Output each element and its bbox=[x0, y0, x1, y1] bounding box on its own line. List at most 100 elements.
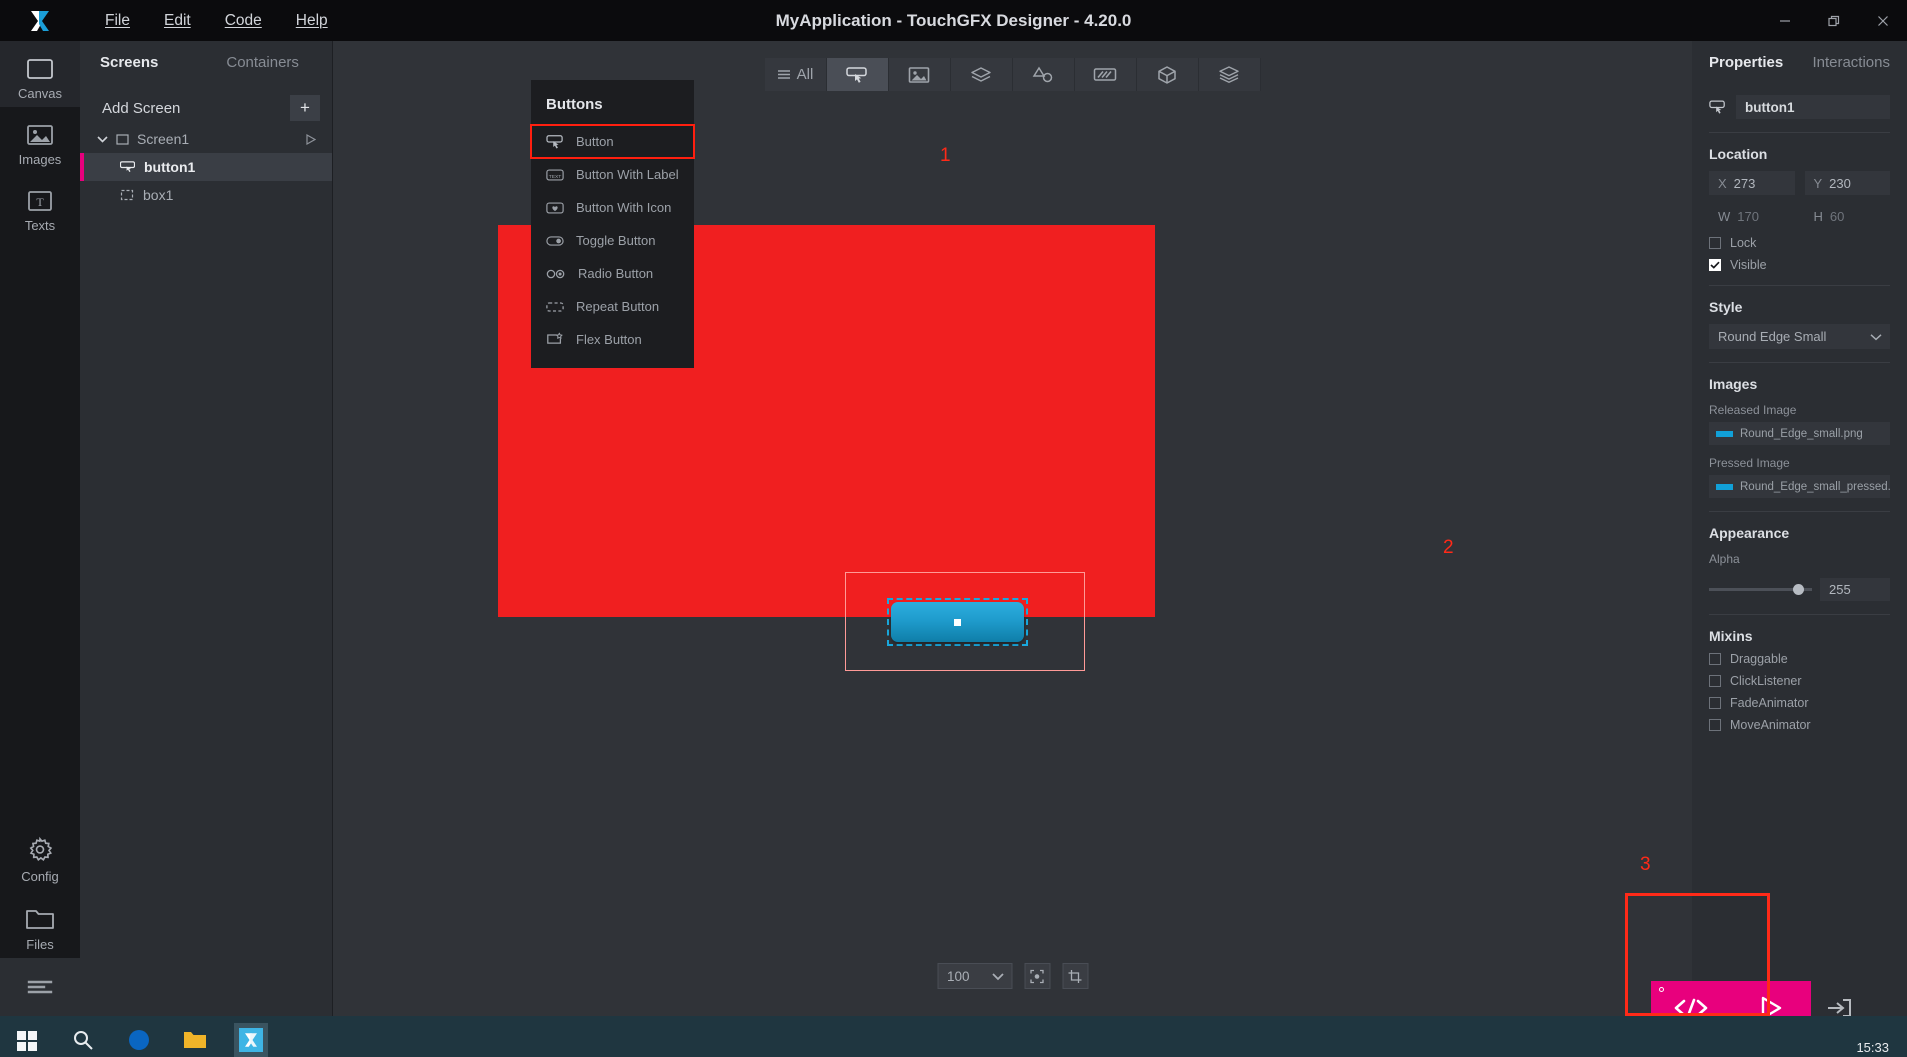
x-field[interactable]: X 273 bbox=[1709, 171, 1795, 195]
rail-item-images[interactable]: Images bbox=[0, 107, 80, 173]
close-button[interactable] bbox=[1858, 0, 1907, 41]
mixin-row-clicklistener[interactable]: ClickListener bbox=[1709, 674, 1890, 688]
folder-icon bbox=[184, 1032, 206, 1048]
tree-node-box1[interactable]: box1 bbox=[80, 181, 332, 209]
minimize-button[interactable] bbox=[1760, 0, 1809, 41]
mixin-row-draggable[interactable]: Draggable bbox=[1709, 652, 1890, 666]
rail-item-files[interactable]: Files bbox=[0, 890, 80, 958]
w-value: 170 bbox=[1737, 208, 1759, 224]
fit-to-screen-icon bbox=[1030, 969, 1044, 983]
rail-item-config[interactable]: Config bbox=[0, 819, 80, 890]
tab-containers[interactable]: Containers bbox=[226, 54, 299, 71]
radio-icon bbox=[546, 269, 565, 278]
menu-file[interactable]: File bbox=[105, 12, 130, 30]
tree-node-screen1[interactable]: Screen1 bbox=[80, 125, 332, 153]
buttons-dropdown-menu: Buttons Button TEXT Button With Label Bu… bbox=[530, 80, 695, 368]
dropdown-item-flex-button[interactable]: Flex Button bbox=[531, 323, 694, 356]
taskbar-app-3[interactable] bbox=[178, 1023, 212, 1057]
rail-label-files: Files bbox=[26, 937, 54, 952]
toolbar-all-label: All bbox=[796, 66, 814, 83]
dropdown-item-button[interactable]: Button bbox=[530, 124, 695, 159]
rail-label-texts: Texts bbox=[24, 218, 56, 233]
button1-widget[interactable] bbox=[891, 602, 1024, 642]
center-handle[interactable] bbox=[954, 618, 961, 626]
cube-icon bbox=[1158, 65, 1176, 84]
container-icon bbox=[971, 67, 991, 82]
button-widget-icon bbox=[546, 134, 563, 148]
mixin-row-fadeanimator[interactable]: FadeAnimator bbox=[1709, 696, 1890, 710]
box-icon bbox=[120, 189, 134, 201]
alpha-label: Alpha bbox=[1709, 552, 1740, 566]
y-field[interactable]: Y 230 bbox=[1804, 171, 1890, 195]
style-select[interactable]: Round Edge Small bbox=[1709, 324, 1890, 349]
taskbar-app-touchgfx[interactable] bbox=[234, 1023, 268, 1057]
restore-icon bbox=[1827, 15, 1839, 26]
toolbar-images-category[interactable] bbox=[888, 58, 951, 91]
dropdown-item-toggle-button[interactable]: Toggle Button bbox=[531, 224, 694, 257]
released-image-field[interactable]: Round_Edge_small.png bbox=[1709, 422, 1890, 445]
rail-item-texts[interactable]: T Texts bbox=[0, 173, 80, 239]
tab-interactions[interactable]: Interactions bbox=[1812, 54, 1890, 71]
dropdown-item-radio-button[interactable]: Radio Button bbox=[531, 257, 694, 290]
toolbar-shapes-category[interactable] bbox=[1012, 58, 1075, 91]
toolbar-containers-category[interactable] bbox=[950, 58, 1013, 91]
menu-help[interactable]: Help bbox=[296, 12, 328, 30]
section-images: Images bbox=[1709, 376, 1758, 392]
alpha-value-input[interactable]: 255 bbox=[1820, 578, 1890, 601]
repeat-icon bbox=[546, 301, 564, 312]
toolbar-all-button[interactable]: All bbox=[764, 58, 827, 91]
fit-to-screen-button[interactable] bbox=[1024, 963, 1050, 989]
moveanimator-checkbox[interactable] bbox=[1709, 719, 1721, 731]
close-icon bbox=[1877, 15, 1888, 26]
section-appearance: Appearance bbox=[1709, 525, 1790, 541]
visible-checkbox[interactable] bbox=[1709, 259, 1721, 271]
lock-checkbox[interactable] bbox=[1709, 237, 1721, 249]
gauge-icon bbox=[1093, 68, 1117, 81]
style-selected-value: Round Edge Small bbox=[1718, 329, 1827, 344]
released-image-value: Round_Edge_small.png bbox=[1740, 427, 1863, 440]
add-screen-button[interactable]: + bbox=[290, 95, 320, 121]
start-button[interactable] bbox=[10, 1023, 44, 1057]
dropdown-item-button-with-label[interactable]: TEXT Button With Label bbox=[531, 158, 694, 191]
title-bar: File Edit Code Help MyApplication - Touc… bbox=[0, 0, 1907, 41]
rail-item-canvas[interactable]: Canvas bbox=[0, 41, 80, 107]
canvas-bottom-toolbar: 100 bbox=[937, 963, 1088, 989]
h-value: 60 bbox=[1829, 208, 1845, 224]
toolbar-gauge-category[interactable] bbox=[1074, 58, 1137, 91]
alpha-slider[interactable] bbox=[1709, 584, 1812, 595]
windows-icon bbox=[17, 1031, 37, 1051]
taskbar-app-2[interactable] bbox=[122, 1023, 156, 1057]
lock-row[interactable]: Lock bbox=[1709, 236, 1890, 250]
draggable-checkbox[interactable] bbox=[1709, 653, 1721, 665]
visible-row[interactable]: Visible bbox=[1709, 258, 1890, 272]
tab-screens[interactable]: Screens bbox=[100, 54, 158, 71]
clicklistener-checkbox[interactable] bbox=[1709, 675, 1721, 687]
taskbar-app-1[interactable] bbox=[66, 1023, 100, 1057]
preview-screen-button[interactable] bbox=[305, 133, 316, 145]
mixin-row-moveanimator[interactable]: MoveAnimator bbox=[1709, 718, 1890, 732]
dropdown-item-repeat-button[interactable]: Repeat Button bbox=[531, 290, 694, 323]
annotation-3: 3 bbox=[1640, 854, 1651, 875]
properties-panel: Properties Interactions button1 Location… bbox=[1692, 41, 1907, 1016]
tab-properties[interactable]: Properties bbox=[1709, 54, 1783, 71]
zoom-select[interactable]: 100 bbox=[937, 963, 1012, 989]
widget-name-input[interactable]: button1 bbox=[1736, 95, 1890, 119]
restore-button[interactable] bbox=[1809, 0, 1858, 41]
dropdown-item-button-with-icon[interactable]: Button With Icon bbox=[531, 191, 694, 224]
add-screen-row: Add Screen + bbox=[102, 91, 320, 125]
toolbar-buttons-category[interactable] bbox=[826, 58, 889, 91]
tree-node-button1[interactable]: button1 bbox=[80, 153, 332, 181]
toolbar-3d-category[interactable] bbox=[1136, 58, 1199, 91]
svg-text:TEXT: TEXT bbox=[549, 173, 562, 179]
menu-edit[interactable]: Edit bbox=[164, 12, 191, 30]
fadeanimator-checkbox[interactable] bbox=[1709, 697, 1721, 709]
divider bbox=[1709, 614, 1890, 615]
clicklistener-label: ClickListener bbox=[1730, 674, 1802, 688]
rail-menu-toggle[interactable] bbox=[0, 958, 80, 1016]
left-rail: Canvas Images T Texts Config Files bbox=[0, 41, 80, 1016]
pressed-image-field[interactable]: Round_Edge_small_pressed.png bbox=[1709, 475, 1890, 498]
crop-button[interactable] bbox=[1062, 963, 1088, 989]
menu-code[interactable]: Code bbox=[225, 12, 262, 30]
alpha-slider-knob[interactable] bbox=[1793, 584, 1804, 595]
toolbar-layers-category[interactable] bbox=[1198, 58, 1261, 91]
